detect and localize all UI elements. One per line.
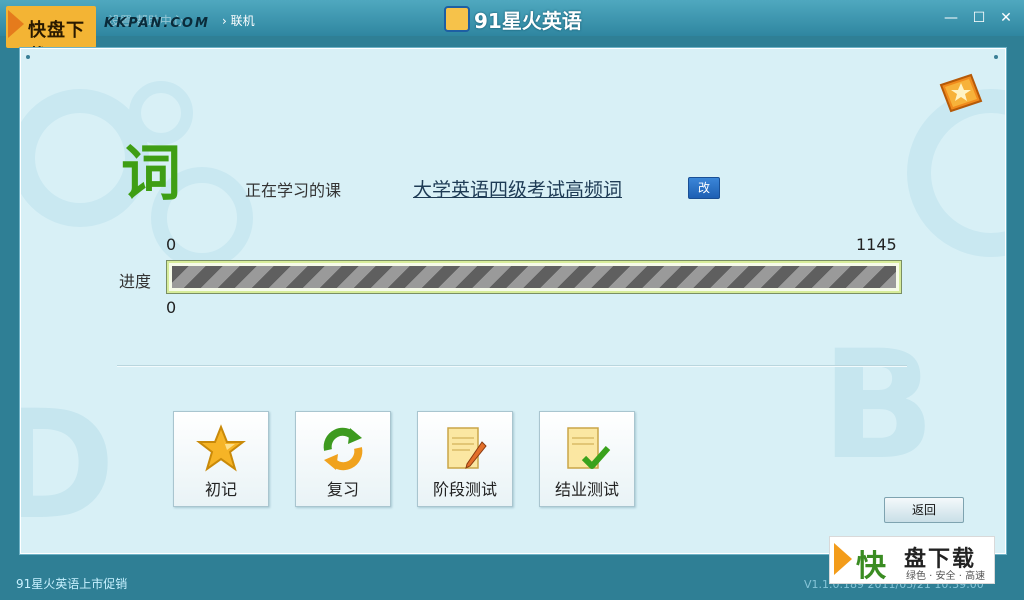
tile-final-test[interactable]: 结业测试 bbox=[539, 411, 635, 507]
tile-label: 初记 bbox=[204, 480, 237, 499]
promo-link[interactable]: 91星火英语上市促销 bbox=[16, 575, 127, 592]
progress-end: 1145 bbox=[856, 235, 897, 254]
refresh-icon bbox=[323, 427, 363, 471]
progress-bar bbox=[167, 261, 901, 293]
app-title-text: 91星火英语 bbox=[474, 9, 582, 33]
decor-letter: B bbox=[821, 319, 936, 493]
progress-current: 0 bbox=[166, 298, 177, 317]
watermark-logo: 快盘下载 bbox=[6, 6, 96, 67]
tile-first-memorize[interactable]: 初记 bbox=[173, 411, 269, 507]
back-button[interactable]: 返回 bbox=[884, 497, 964, 523]
watermark-url: KKPAN.COM bbox=[104, 16, 210, 31]
notepad-check-icon bbox=[567, 427, 611, 469]
tile-label: 复习 bbox=[326, 480, 359, 499]
menu-online[interactable]: › 联机 bbox=[222, 12, 255, 29]
notepad-pencil-icon bbox=[447, 427, 487, 469]
divider bbox=[117, 365, 907, 367]
book-star-icon[interactable] bbox=[937, 71, 985, 115]
watermark-k-icon bbox=[834, 543, 852, 575]
current-course-label: 正在学习的课 bbox=[245, 181, 342, 200]
watermark-k-icon bbox=[8, 10, 24, 38]
progress-track-stripes bbox=[172, 266, 896, 288]
watermark-kuai: 快 bbox=[856, 549, 886, 584]
course-name-link[interactable]: 大学英语四级考试高频词 bbox=[413, 175, 622, 202]
tile-label: 阶段测试 bbox=[432, 480, 497, 499]
decor-letter: D bbox=[21, 379, 116, 553]
watermark-badge: 快 盘下载 绿色 · 安全 · 高速 bbox=[829, 536, 995, 584]
app-logo-icon bbox=[444, 6, 470, 32]
main-panel: D B 词 正在学习的课 大学英语四级考试高频词 改 0 1145 进度 0 初… bbox=[20, 48, 1006, 554]
app-title: 91星火英语 bbox=[444, 5, 582, 34]
star-icon bbox=[196, 424, 246, 472]
tile-stage-test[interactable]: 阶段测试 bbox=[417, 411, 513, 507]
progress-start: 0 bbox=[166, 235, 177, 254]
watermark-sub: 绿色 · 安全 · 高速 bbox=[906, 571, 986, 582]
progress-label: 进度 bbox=[119, 272, 152, 291]
maximize-button[interactable]: ☐ bbox=[970, 9, 988, 27]
close-button[interactable]: ✕ bbox=[997, 9, 1015, 27]
minimize-button[interactable]: — bbox=[942, 9, 960, 27]
corner-dot bbox=[994, 55, 998, 59]
change-course-button[interactable]: 改 bbox=[688, 177, 720, 199]
tile-label: 结业测试 bbox=[554, 480, 619, 499]
tile-review[interactable]: 复习 bbox=[295, 411, 391, 507]
corner-dot bbox=[26, 55, 30, 59]
section-char: 词 bbox=[121, 139, 181, 209]
